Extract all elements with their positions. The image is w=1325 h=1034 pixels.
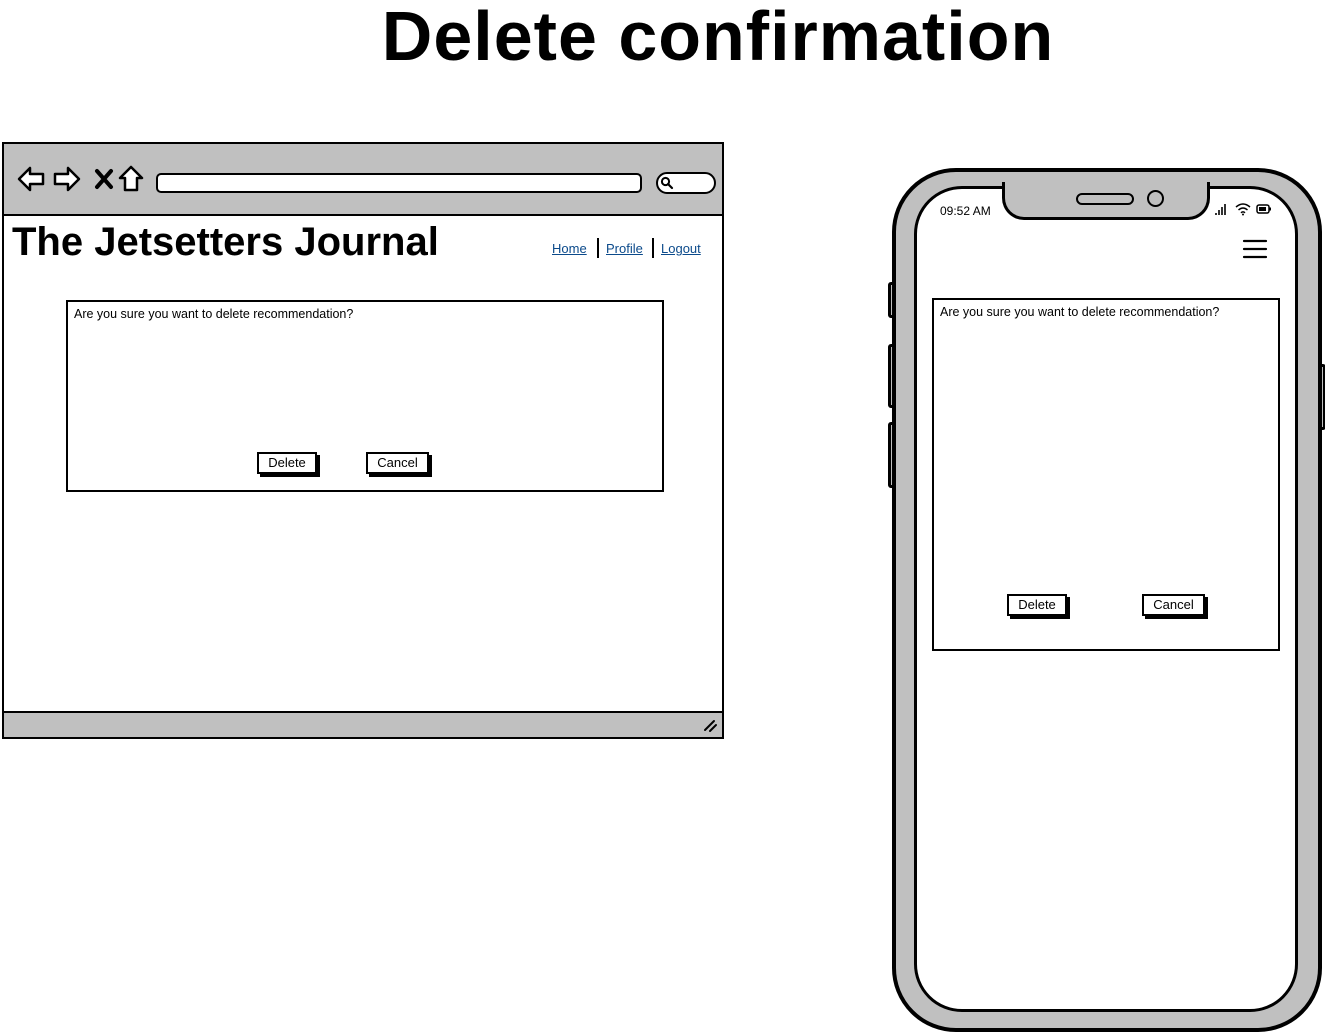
phone-speaker bbox=[1076, 193, 1134, 205]
search-icon bbox=[660, 176, 674, 190]
cancel-button[interactable]: Cancel bbox=[366, 452, 429, 474]
browser-search-field[interactable] bbox=[656, 172, 716, 194]
delete-confirmation-dialog: Are you sure you want to delete recommen… bbox=[66, 300, 664, 492]
hamburger-menu-icon[interactable] bbox=[1242, 238, 1268, 260]
resize-grip-icon[interactable] bbox=[702, 717, 718, 733]
home-icon[interactable] bbox=[116, 164, 146, 194]
battery-icon bbox=[1256, 204, 1271, 214]
status-bar-time: 09:52 AM bbox=[940, 204, 991, 218]
nav-link-logout[interactable]: Logout bbox=[661, 241, 701, 256]
signal-icon bbox=[1215, 204, 1226, 215]
address-bar[interactable] bbox=[156, 173, 642, 193]
mobile-delete-confirmation-dialog: Are you sure you want to delete recommen… bbox=[932, 298, 1280, 651]
nav-link-profile[interactable]: Profile bbox=[606, 241, 643, 256]
browser-toolbar bbox=[4, 144, 722, 216]
phone-camera bbox=[1147, 190, 1164, 207]
nav-link-home[interactable]: Home bbox=[552, 241, 587, 256]
page-title: Delete confirmation bbox=[381, 0, 1055, 75]
nav-divider bbox=[652, 238, 654, 258]
forward-arrow-icon[interactable] bbox=[52, 164, 82, 194]
wifi-icon bbox=[1235, 203, 1251, 216]
dialog-message: Are you sure you want to delete recommen… bbox=[74, 307, 354, 321]
browser-window: The Jetsetters Journal Home Profile Logo… bbox=[2, 142, 724, 739]
dialog-message: Are you sure you want to delete recommen… bbox=[940, 305, 1220, 319]
delete-button[interactable]: Delete bbox=[257, 452, 317, 474]
site-title: The Jetsetters Journal bbox=[12, 220, 439, 264]
delete-button[interactable]: Delete bbox=[1007, 594, 1067, 616]
nav-divider bbox=[597, 238, 599, 258]
browser-status-bar bbox=[4, 711, 722, 737]
cancel-button[interactable]: Cancel bbox=[1142, 594, 1205, 616]
back-arrow-icon[interactable] bbox=[16, 164, 46, 194]
